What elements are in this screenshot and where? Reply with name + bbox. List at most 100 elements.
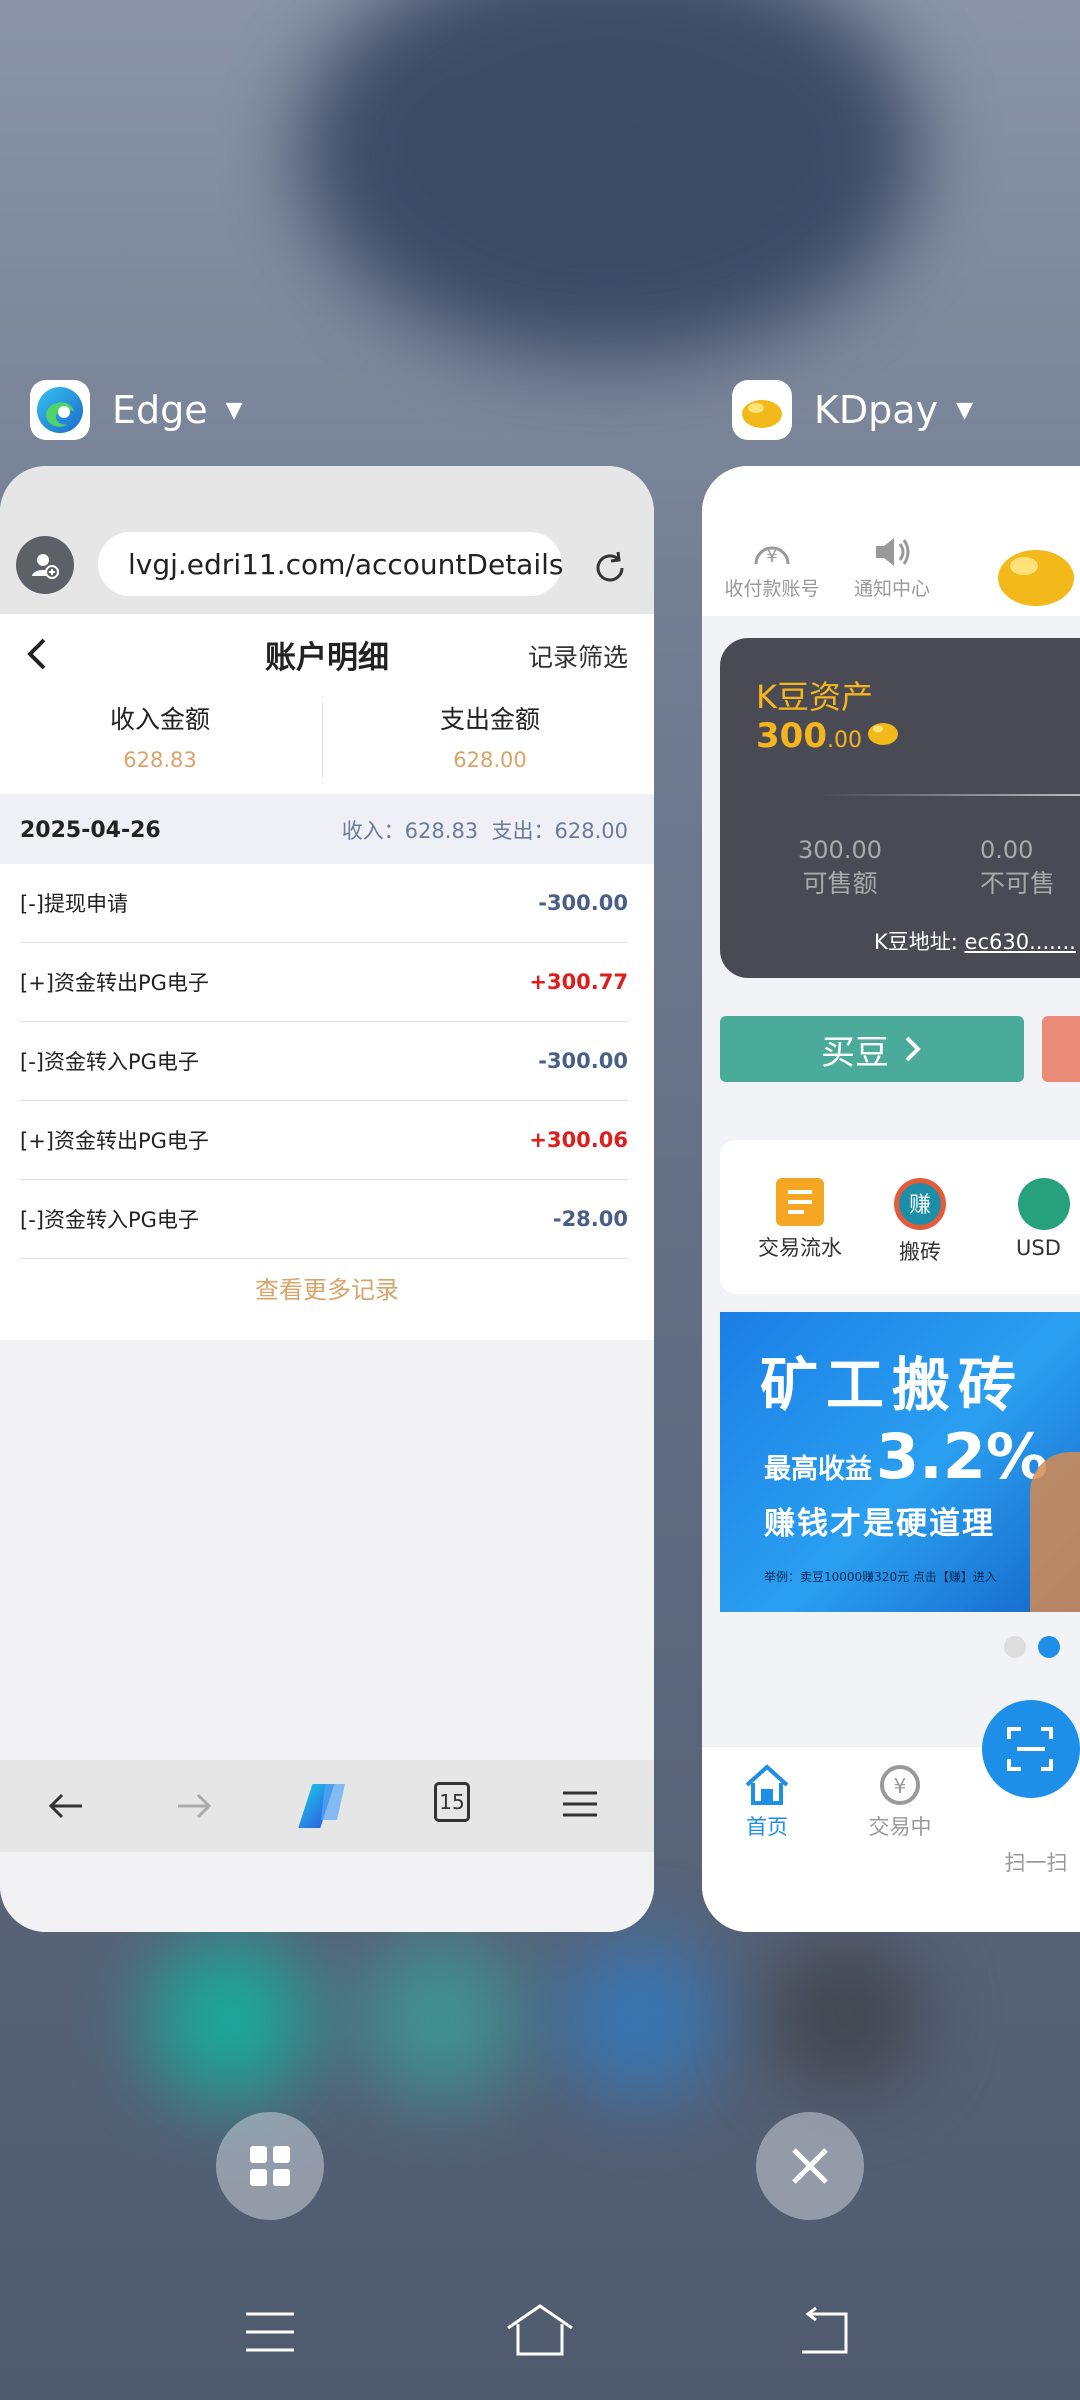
record-amount: +300.77 (529, 970, 628, 994)
asset-amount: 300 .00 (756, 716, 900, 756)
edge-address-bar: lvgj.edri11.com/accountDetails (0, 466, 654, 614)
income-label: 收入金额 (109, 705, 210, 734)
expense-value: 628.00 (453, 748, 527, 772)
home-nav-icon[interactable] (504, 2302, 576, 2358)
payment-account-button[interactable]: ¥ 收付款账号 (722, 534, 822, 601)
asset-card[interactable]: K豆资产 300 .00 300.00 可售额 0.00 不可售 K豆地址: e… (720, 638, 1080, 978)
kdpay-app-name: KDpay (814, 388, 939, 432)
usd-coin-icon (1018, 1178, 1070, 1230)
edge-app-icon (30, 380, 90, 440)
usd-label: USD (1016, 1236, 1061, 1260)
record-label: [-]资金转入PG电子 (20, 1050, 199, 1074)
record-amount: -28.00 (552, 1207, 628, 1231)
address-label: K豆地址: (874, 930, 958, 954)
address-value: ec630....... (964, 930, 1076, 954)
close-all-button[interactable] (756, 2112, 864, 2220)
scan-icon (1007, 1727, 1053, 1771)
income-summary: 收入金额 628.83 (0, 700, 320, 772)
record-label: [-]提现申请 (20, 892, 128, 916)
transaction-history-label: 交易流水 (758, 1236, 842, 1260)
url-field[interactable]: lvgj.edri11.com/accountDetails (98, 532, 564, 596)
yuan-circle-icon: ¥ (754, 546, 790, 567)
list-item[interactable]: [-]资金转入PG电子 -300.00 (20, 1022, 628, 1101)
miner-illustration (1030, 1452, 1080, 1612)
banner-line2: 赚钱才是硬道理 (764, 1506, 995, 1542)
home-icon (745, 1764, 789, 1805)
divider (820, 794, 1080, 796)
earn-badge-icon: 赚 (894, 1178, 946, 1230)
chevron-down-icon[interactable]: ▼ (226, 398, 243, 423)
shortcut-panel: 交易流水 赚 搬砖 USD (720, 1140, 1080, 1294)
account-header: 账户明细 记录筛选 收入金额 628.83 支出金额 628.00 (0, 614, 654, 794)
banner-line1-prefix: 最高收益 (764, 1454, 872, 1485)
list-item[interactable]: [+]资金转出PG电子 +300.77 (20, 943, 628, 1022)
carousel-dot-active[interactable] (1038, 1636, 1060, 1658)
recent-apps-icon[interactable] (244, 2310, 296, 2354)
edge-app-header[interactable]: Edge ▼ (30, 380, 243, 440)
buy-beans-button[interactable]: 买豆 (720, 1016, 1024, 1082)
carousel-dot[interactable] (1004, 1636, 1026, 1658)
sellable-value: 300.00 (798, 836, 882, 864)
card-bottom-padding (0, 1852, 654, 1932)
usd-shortcut[interactable]: USD (1016, 1176, 1080, 1260)
back-nav-icon[interactable] (796, 2306, 850, 2356)
banner-title: 矿工搬砖 (760, 1351, 1025, 1419)
date-group-header: 2025-04-26 收入：628.83 支出：628.00 (0, 796, 654, 864)
sell-beans-button[interactable] (1042, 1016, 1080, 1082)
kdpay-task-card[interactable]: ¥ 收付款账号 通知中心 K豆资产 300 .00 300.00 可售额 0.0… (702, 466, 1080, 1932)
profile-icon[interactable] (16, 536, 74, 594)
nav-home[interactable]: 首页 (732, 1763, 802, 1841)
grid-icon (250, 2146, 290, 2186)
expense-label: 支出金额 (439, 705, 540, 734)
notification-center-label: 通知中心 (853, 578, 930, 600)
url-text: lvgj.edri11.com/accountDetails (128, 547, 564, 581)
nav-scan-label: 扫一扫 (1004, 1851, 1068, 1875)
sellable-label: 可售额 (802, 869, 878, 898)
copilot-icon[interactable] (294, 1778, 354, 1834)
record-label: [-]资金转入PG电子 (20, 1208, 199, 1232)
buy-beans-label: 买豆 (821, 1032, 889, 1073)
list-item[interactable]: [-]提现申请 -300.00 (20, 864, 628, 943)
svg-text:¥: ¥ (894, 1774, 907, 1798)
filter-records-button[interactable]: 记录筛选 (528, 638, 628, 674)
nav-trading-label: 交易中 (868, 1815, 932, 1839)
unsellable-value: 0.00 (980, 836, 1034, 864)
records-list: [-]提现申请 -300.00 [+]资金转出PG电子 +300.77 [-]资… (0, 864, 654, 1340)
chevron-down-icon[interactable]: ▼ (956, 398, 973, 423)
tabs-count-button[interactable]: 15 (434, 1782, 470, 1822)
brick-moving-shortcut[interactable]: 赚 搬砖 (870, 1176, 970, 1266)
promo-banner[interactable]: 矿工搬砖 最高收益 3.2% 赚钱才是硬道理 举例：卖豆10000赚320元 点… (720, 1312, 1080, 1612)
menu-icon[interactable] (560, 1786, 600, 1822)
kdpay-app-header[interactable]: KDpay ▼ (732, 380, 973, 440)
more-records-link[interactable]: 查看更多记录 (0, 1270, 654, 1305)
date-label: 2025-04-26 (20, 817, 161, 843)
gold-bean-icon (867, 723, 898, 745)
bean-address[interactable]: K豆地址: ec630....... (874, 926, 1076, 956)
document-icon (776, 1178, 824, 1226)
banner-line1-value: 3.2% (876, 1420, 1048, 1493)
transaction-history-shortcut[interactable]: 交易流水 (740, 1176, 860, 1262)
nav-trading[interactable]: ¥ 交易中 (860, 1763, 940, 1841)
nav-home-label: 首页 (746, 1815, 788, 1839)
chevron-right-icon (905, 1036, 921, 1062)
back-arrow-icon[interactable] (44, 1784, 88, 1828)
split-screen-button[interactable] (216, 2112, 324, 2220)
unsellable-label: 不可售 (980, 869, 1056, 898)
banner-footnote: 举例：卖豆10000赚320元 点击【赚】进入 (764, 1570, 997, 1584)
yuan-cycle-icon: ¥ (880, 1765, 920, 1805)
banner-line1: 最高收益 3.2% (764, 1420, 1048, 1493)
kdpay-top-bar: ¥ 收付款账号 通知中心 (702, 466, 1080, 616)
brick-moving-label: 搬砖 (899, 1240, 941, 1264)
edge-task-card[interactable]: lvgj.edri11.com/accountDetails 账户明细 记录筛选… (0, 466, 654, 1932)
notification-center-button[interactable]: 通知中心 (842, 534, 942, 601)
record-amount: -300.00 (538, 891, 628, 915)
scan-button[interactable] (982, 1700, 1080, 1798)
close-icon (792, 2148, 828, 2184)
list-item[interactable]: [+]资金转出PG电子 +300.06 (20, 1101, 628, 1180)
income-value: 628.83 (123, 748, 197, 772)
record-amount: +300.06 (529, 1128, 628, 1152)
refresh-icon[interactable] (588, 546, 632, 590)
sellable-balance: 300.00 可售额 (770, 836, 910, 900)
forward-arrow-icon[interactable] (172, 1784, 216, 1828)
list-item[interactable]: [-]资金转入PG电子 -28.00 (20, 1180, 628, 1259)
